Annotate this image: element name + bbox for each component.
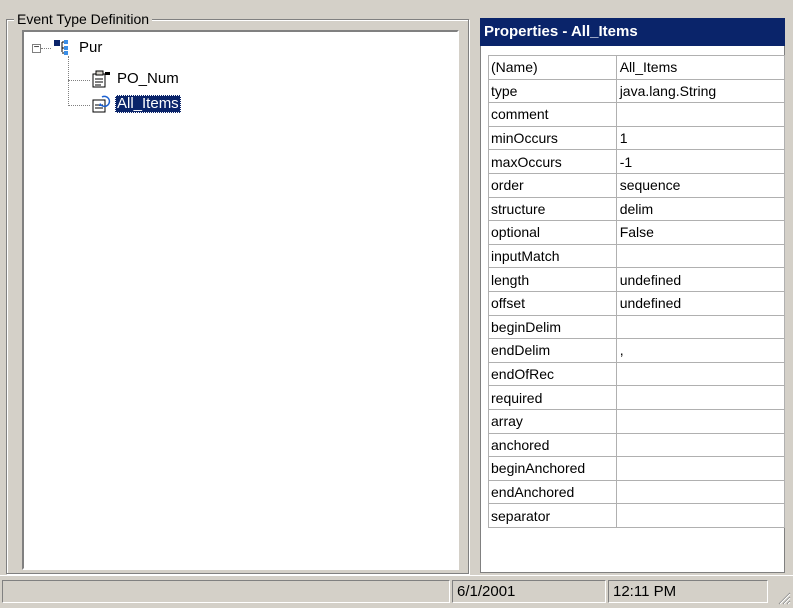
property-value[interactable]: -1 xyxy=(615,149,786,174)
property-name: minOccurs xyxy=(488,125,617,151)
property-row[interactable]: type java.lang.String xyxy=(488,78,786,104)
property-name: structure xyxy=(488,196,617,222)
property-name: required xyxy=(488,385,617,410)
property-row[interactable]: optional False xyxy=(488,220,786,245)
property-value[interactable]: undefined xyxy=(615,290,786,316)
property-row[interactable]: separator xyxy=(488,503,786,528)
tree-connector xyxy=(68,56,69,106)
property-name: beginAnchored xyxy=(488,456,617,481)
property-value[interactable] xyxy=(615,408,786,434)
property-row[interactable]: beginDelim xyxy=(488,314,786,340)
property-row[interactable]: array xyxy=(488,408,786,434)
property-row[interactable]: structure delim xyxy=(488,196,786,222)
property-field-icon xyxy=(90,69,112,89)
property-value[interactable]: All_Items xyxy=(615,55,786,80)
property-value[interactable]: 1 xyxy=(615,125,786,151)
property-value[interactable]: delim xyxy=(615,196,786,222)
tree-node-label: All_Items xyxy=(115,95,181,113)
property-name: endOfRec xyxy=(488,361,617,387)
tree-node-all-items[interactable]: All_Items xyxy=(90,94,181,114)
collapse-toggle[interactable]: − xyxy=(32,43,41,53)
property-value[interactable] xyxy=(615,314,786,340)
property-value[interactable]: sequence xyxy=(615,172,786,198)
tree-node-po-num[interactable]: PO_Num xyxy=(90,69,181,89)
group-title: Event Type Definition xyxy=(14,10,153,28)
property-name: separator xyxy=(488,503,617,528)
property-row[interactable]: offset undefined xyxy=(488,290,786,316)
tree-node-label: Pur xyxy=(79,39,103,56)
property-row[interactable]: maxOccurs -1 xyxy=(488,149,786,174)
property-name: inputMatch xyxy=(488,243,617,269)
property-name: length xyxy=(488,267,617,292)
tree-connector xyxy=(68,80,90,81)
property-value[interactable] xyxy=(615,361,786,387)
property-row[interactable]: anchored xyxy=(488,432,786,458)
property-value[interactable] xyxy=(615,102,786,127)
tree-node-label: PO_Num xyxy=(117,70,179,87)
status-main xyxy=(2,580,450,603)
property-name: array xyxy=(488,408,617,434)
property-row[interactable]: inputMatch xyxy=(488,243,786,269)
property-value[interactable]: , xyxy=(615,338,786,363)
property-name: endDelim xyxy=(488,338,617,363)
property-value[interactable] xyxy=(615,456,786,481)
property-row[interactable]: required xyxy=(488,385,786,410)
event-tree-view[interactable]: − Pur PO_Num All_Items xyxy=(22,30,459,570)
property-row[interactable]: minOccurs 1 xyxy=(488,125,786,151)
properties-title: Properties - All_Items xyxy=(480,18,785,46)
property-value[interactable] xyxy=(615,503,786,528)
status-date: 6/1/2001 xyxy=(452,580,606,603)
property-name: type xyxy=(488,78,617,104)
property-value[interactable] xyxy=(615,432,786,458)
property-value[interactable]: False xyxy=(615,220,786,245)
property-row[interactable]: endOfRec xyxy=(488,361,786,387)
property-name: (Name) xyxy=(488,55,617,80)
property-row[interactable]: (Name) All_Items xyxy=(488,55,786,80)
property-row[interactable]: order sequence xyxy=(488,172,786,198)
properties-grid[interactable]: (Name) All_Items type java.lang.String comme… xyxy=(488,55,786,528)
property-value[interactable] xyxy=(615,243,786,269)
property-row[interactable]: length undefined xyxy=(488,267,786,292)
tree-connector xyxy=(68,105,90,106)
repeating-field-icon xyxy=(90,94,112,114)
resize-grip-icon[interactable] xyxy=(777,591,791,605)
status-time: 12:11 PM xyxy=(608,580,768,603)
property-row[interactable]: comment xyxy=(488,102,786,127)
property-row[interactable]: endDelim, xyxy=(488,338,786,363)
property-name: order xyxy=(488,172,617,198)
property-value[interactable] xyxy=(615,479,786,505)
structure-icon xyxy=(52,38,74,58)
property-row[interactable]: endAnchored xyxy=(488,479,786,505)
property-value[interactable] xyxy=(615,385,786,410)
property-value[interactable]: java.lang.String xyxy=(615,78,786,104)
property-row[interactable]: beginAnchored xyxy=(488,456,786,481)
status-bar: 6/1/2001 12:11 PM xyxy=(0,575,793,607)
property-name: comment xyxy=(488,102,617,127)
tree-node-root[interactable]: Pur xyxy=(52,38,104,58)
property-name: endAnchored xyxy=(488,479,617,505)
property-name: maxOccurs xyxy=(488,149,617,174)
property-name: beginDelim xyxy=(488,314,617,340)
property-name: offset xyxy=(488,290,617,316)
tree-connector xyxy=(41,48,51,49)
property-value[interactable]: undefined xyxy=(615,267,786,292)
property-name: anchored xyxy=(488,432,617,458)
property-name: optional xyxy=(488,220,617,245)
